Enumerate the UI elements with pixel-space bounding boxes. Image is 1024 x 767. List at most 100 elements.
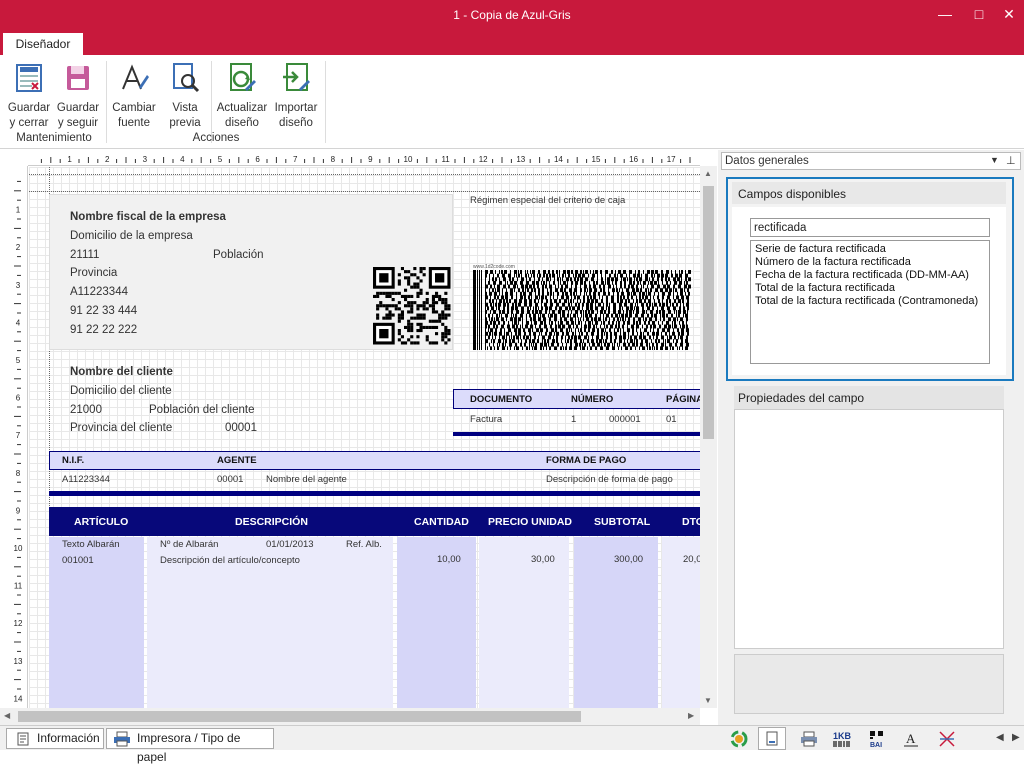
ribbon-tab-strip: Diseñador xyxy=(0,31,1024,55)
printer-icon[interactable] xyxy=(800,731,818,747)
albaran-text[interactable]: Texto Albarán xyxy=(62,539,120,550)
divider-line xyxy=(49,491,700,496)
panel-tab-active[interactable] xyxy=(758,727,786,750)
tab-informacion[interactable]: Información xyxy=(6,728,104,749)
ruler-label: 12 xyxy=(479,155,488,164)
doc-type-value[interactable]: Factura xyxy=(470,414,502,425)
save-continue-button[interactable]: Guardar y seguir xyxy=(54,61,102,131)
unit-price-value[interactable]: 30,00 xyxy=(531,554,555,565)
doc-number-value[interactable]: 000001 xyxy=(609,414,641,425)
horizontal-scroll-thumb[interactable] xyxy=(18,711,581,722)
scroll-up-icon[interactable]: ▲ xyxy=(704,169,712,178)
albaran-number[interactable]: Nº de Albarán xyxy=(160,539,218,550)
properties-grid[interactable] xyxy=(734,409,1004,649)
horizontal-scrollbar[interactable]: ◀ ▶ xyxy=(0,708,700,725)
col-header-subtotal: SUBTOTAL xyxy=(594,516,651,528)
ribbon: Guardar y cerrar Guardar y seguir Cambia… xyxy=(0,55,1024,149)
column-precio[interactable] xyxy=(479,537,569,708)
payment-method-value[interactable]: Descripción de forma de pago xyxy=(546,474,673,485)
doc-series-value[interactable]: 1 xyxy=(571,414,576,425)
data-group-value: Datos generales xyxy=(725,155,809,167)
list-item[interactable]: Total de la factura rectificada xyxy=(755,282,895,294)
minimize-button[interactable]: — xyxy=(935,5,955,23)
report-canvas[interactable]: Régimen especial del criterio de caja No… xyxy=(29,167,700,708)
albaran-ref[interactable]: Ref. Alb. xyxy=(346,539,382,550)
regimen-label[interactable]: Régimen especial del criterio de caja xyxy=(470,195,625,206)
vertical-scrollbar[interactable]: ▲ ▼ xyxy=(700,166,717,708)
pdf417-barcode[interactable] xyxy=(473,270,699,350)
change-font-button[interactable]: Cambiar fuente xyxy=(110,61,158,131)
update-design-button[interactable]: Actualizar diseño xyxy=(214,61,270,131)
palette-icon[interactable] xyxy=(730,730,748,748)
maximize-button[interactable]: □ xyxy=(969,5,989,23)
ruler-label: 11 xyxy=(14,582,23,591)
doc-header-numero: NÚMERO xyxy=(571,394,614,405)
scroll-right-icon[interactable]: ▶ xyxy=(688,711,694,720)
chevron-down-icon[interactable]: ▼ xyxy=(990,155,999,165)
barcode-1d-icon[interactable]: 1KB xyxy=(832,730,852,748)
client-address[interactable]: Domicilio del cliente xyxy=(70,385,172,397)
client-city[interactable]: Población del cliente xyxy=(149,404,255,416)
close-button[interactable]: ✕ xyxy=(999,5,1019,23)
quantity-value[interactable]: 10,00 xyxy=(437,554,461,565)
company-address[interactable]: Domicilio de la empresa xyxy=(70,230,193,242)
company-zip[interactable]: 21111 xyxy=(70,249,99,261)
tab-scroll-right-icon[interactable]: ▶ xyxy=(1012,732,1020,743)
update-design-icon xyxy=(230,63,256,91)
list-item[interactable]: Serie de factura rectificada xyxy=(755,243,886,255)
discount-value[interactable]: 20,0 xyxy=(683,554,700,565)
doc-page-value[interactable]: 01 xyxy=(666,414,677,425)
company-phone2[interactable]: 91 22 22 222 xyxy=(70,324,137,336)
nif-header-nif: N.I.F. xyxy=(62,455,85,466)
company-city[interactable]: Población xyxy=(213,249,264,261)
tab-impresora[interactable]: Impresora / Tipo de papel xyxy=(106,728,274,764)
scroll-down-icon[interactable]: ▼ xyxy=(704,696,712,705)
company-phone1[interactable]: 91 22 33 444 xyxy=(70,305,137,317)
field-list[interactable]: Serie de factura rectificada Número de l… xyxy=(750,240,990,364)
ruler-label: 17 xyxy=(667,155,676,164)
save-close-button[interactable]: Guardar y cerrar xyxy=(4,61,54,131)
albaran-date[interactable]: 01/01/2013 xyxy=(266,539,314,550)
company-nif[interactable]: A11223344 xyxy=(70,286,128,298)
save-close-icon xyxy=(16,64,42,92)
ruler-label: 4 xyxy=(16,318,21,327)
ruler-label: 2 xyxy=(105,155,110,164)
pin-icon[interactable]: ⊥ xyxy=(1006,154,1016,167)
qr-code[interactable] xyxy=(373,267,451,345)
field-search-input[interactable] xyxy=(750,218,990,237)
tab-scroll-left-icon[interactable]: ◀ xyxy=(996,732,1004,743)
printer-icon xyxy=(114,731,130,747)
available-fields-title: Campos disponibles xyxy=(738,187,847,201)
list-item[interactable]: Total de la factura rectificada (Contram… xyxy=(755,295,978,307)
text-format-icon[interactable]: A xyxy=(902,730,920,748)
client-code[interactable]: 00001 xyxy=(225,422,257,434)
list-item[interactable]: Fecha de la factura rectificada (DD-MM-A… xyxy=(755,269,969,281)
qr-ticketbai-icon[interactable]: BAI xyxy=(868,730,888,748)
data-group-dropdown[interactable]: Datos generales ▼ ⊥ xyxy=(721,152,1021,170)
preview-button[interactable]: Vista previa xyxy=(162,61,208,131)
article-code[interactable]: 001001 xyxy=(62,555,94,566)
vertical-scroll-thumb[interactable] xyxy=(703,186,714,439)
list-item[interactable]: Número de la factura rectificada xyxy=(755,256,911,268)
report-designer[interactable]: 1 2 3 4 5 6 7 8 9 10 11 12 13 14 15 16 17 1 2 3 4 5 6 7 8 9 10 11 1… xyxy=(0,150,718,725)
client-province[interactable]: Provincia del cliente xyxy=(70,422,172,434)
ruler-label: 12 xyxy=(14,619,23,628)
article-description[interactable]: Descripción del artículo/concepto xyxy=(160,555,300,566)
nif-value[interactable]: A11223344 xyxy=(62,474,110,485)
import-design-label-1: Importar xyxy=(274,102,318,114)
update-design-label-1: Actualizar xyxy=(216,102,268,114)
import-design-button[interactable]: Importar diseño xyxy=(270,61,322,131)
tools-icon[interactable] xyxy=(938,730,956,748)
properties-header: Propiedades del campo xyxy=(734,386,1004,409)
document-icon xyxy=(766,731,778,746)
client-zip[interactable]: 21000 xyxy=(70,404,102,416)
company-province[interactable]: Provincia xyxy=(70,267,117,279)
company-name[interactable]: Nombre fiscal de la empresa xyxy=(70,211,226,223)
tab-disenador[interactable]: Diseñador xyxy=(3,33,83,55)
agent-code-value[interactable]: 00001 xyxy=(217,474,243,485)
preview-label-2: previa xyxy=(169,117,201,129)
scroll-left-icon[interactable]: ◀ xyxy=(4,711,10,720)
agent-name-value[interactable]: Nombre del agente xyxy=(266,474,347,485)
subtotal-value[interactable]: 300,00 xyxy=(614,554,643,565)
client-name[interactable]: Nombre del cliente xyxy=(70,366,173,378)
